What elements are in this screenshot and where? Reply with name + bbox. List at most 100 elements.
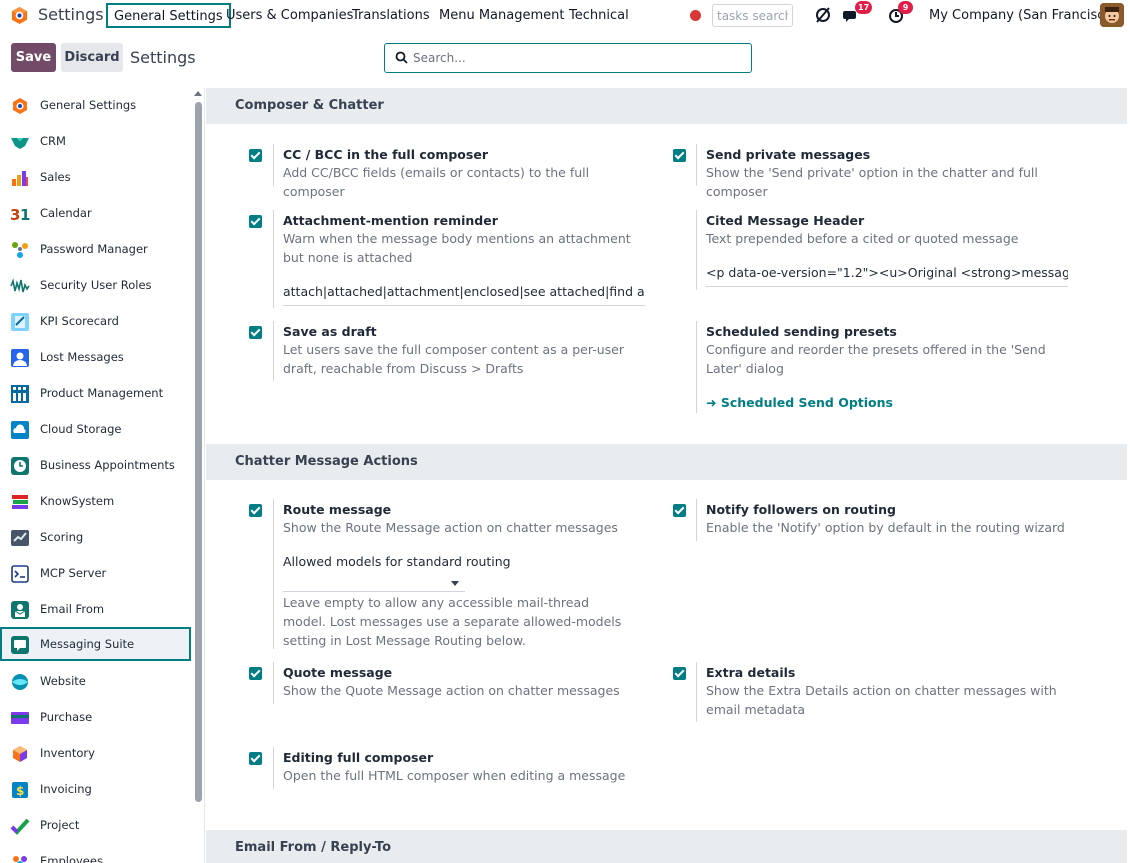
send-private-title: Send private messages <box>706 147 871 162</box>
sidebar-item-purchase[interactable]: Purchase <box>0 700 191 734</box>
divider <box>273 321 274 381</box>
sidebar-item-mcp-server[interactable]: MCP Server <box>0 556 191 590</box>
save-draft-checkbox[interactable] <box>249 326 262 339</box>
attachment-reminder-checkbox[interactable] <box>249 215 262 228</box>
sidebar-item-password-manager[interactable]: Password Manager <box>0 232 191 266</box>
sidebar-item-kpi-scorecard[interactable]: KPI Scorecard <box>0 304 191 338</box>
cited-header-title: Cited Message Header <box>706 213 865 228</box>
scheduled-presets-description: Configure and reorder the presets offere… <box>706 342 1046 376</box>
sidebar-item-website[interactable]: Website <box>0 664 191 698</box>
quote-message-title: Quote message <box>283 665 393 680</box>
sidebar-item-label: Website <box>40 674 86 688</box>
save-draft-title: Save as draft <box>283 324 377 339</box>
sidebar-item-calendar[interactable]: 31 Calendar <box>0 196 191 230</box>
section-header-composer: Composer & Chatter <box>206 88 1127 124</box>
menu-menu-management[interactable]: Menu Management <box>439 8 564 23</box>
cc-bcc-description: Add CC/BCC fields (emails or contacts) t… <box>283 165 590 199</box>
send-private-description: Show the 'Send private' option in the ch… <box>706 165 1038 199</box>
sidebar-item-security-user-roles[interactable]: Security User Roles <box>0 268 191 302</box>
sidebar-item-label: Scoring <box>40 530 84 544</box>
activities-button[interactable]: 9 <box>888 1 918 27</box>
scheduled-presets-title: Scheduled sending presets <box>706 324 897 339</box>
cloud-icon <box>10 420 30 440</box>
messages-button[interactable]: 17 <box>843 1 873 27</box>
user-avatar[interactable] <box>1100 3 1124 27</box>
sidebar-item-label: Calendar <box>40 206 92 220</box>
quote-message-checkbox[interactable] <box>249 667 262 680</box>
sidebar-item-crm[interactable]: CRM <box>0 124 191 158</box>
cited-header-input[interactable]: <p data-oe-version="1.2"><u>Original <st… <box>706 265 1068 287</box>
sidebar-item-label: Business Appointments <box>40 458 175 472</box>
extra-details-checkbox[interactable] <box>673 667 686 680</box>
chevron-down-icon <box>451 581 459 586</box>
books-icon <box>10 492 30 512</box>
divider <box>273 662 274 704</box>
sidebar-item-product-management[interactable]: Product Management <box>0 376 191 410</box>
send-private-checkbox[interactable] <box>673 149 686 162</box>
sidebar-item-scoring[interactable]: Scoring <box>0 520 191 554</box>
divider <box>273 210 274 308</box>
company-switcher[interactable]: My Company (San Francisco) <box>929 8 1117 23</box>
sidebar-item-employees[interactable]: Employees <box>0 844 191 863</box>
sidebar-item-email-from[interactable]: Email From <box>0 592 191 626</box>
molecule-icon <box>10 240 30 260</box>
menu-technical[interactable]: Technical <box>569 8 629 23</box>
tasks-search-input[interactable] <box>712 4 793 27</box>
cc-bcc-checkbox[interactable] <box>249 149 262 162</box>
editing-composer-checkbox[interactable] <box>249 752 262 765</box>
section-title: Chatter Message Actions <box>235 454 418 469</box>
menu-general-settings[interactable]: General Settings <box>106 3 231 28</box>
settings-search-input[interactable] <box>413 48 743 68</box>
svg-text:$: $ <box>16 784 24 798</box>
sidebar-item-label: Sales <box>40 170 71 184</box>
section-header-actions: Chatter Message Actions <box>206 444 1127 480</box>
save-draft-description: Let users save the full composer content… <box>283 342 624 376</box>
discard-button[interactable]: Discard <box>61 43 123 72</box>
sidebar-item-label: Employees <box>40 854 103 863</box>
svg-text:3: 3 <box>10 206 20 224</box>
sidebar-item-inventory[interactable]: Inventory <box>0 736 191 770</box>
page-title: Settings <box>130 48 196 67</box>
scheduled-send-options-link[interactable]: ➜ Scheduled Send Options <box>706 395 893 410</box>
link-label: Scheduled Send Options <box>720 395 893 410</box>
sidebar-item-cloud-storage[interactable]: Cloud Storage <box>0 412 191 446</box>
sidebar-item-project[interactable]: Project <box>0 808 191 842</box>
menu-users-companies[interactable]: Users & Companies <box>226 8 353 23</box>
sidebar-item-general-settings[interactable]: General Settings <box>0 88 191 122</box>
save-button[interactable]: Save <box>11 43 56 72</box>
menu-translations[interactable]: Translations <box>352 8 430 23</box>
scoring-icon <box>10 528 30 548</box>
box-icon <box>10 744 30 764</box>
top-navbar: Settings General Settings Users & Compan… <box>0 0 1130 32</box>
scroll-up-arrow-icon[interactable] <box>194 91 202 96</box>
sidebar-item-lost-messages[interactable]: Lost Messages <box>0 340 191 374</box>
sidebar-item-invoicing[interactable]: $ Invoicing <box>0 772 191 806</box>
user-face-icon <box>1100 3 1124 27</box>
settings-app-icon[interactable] <box>10 6 29 25</box>
voip-icon[interactable] <box>814 5 832 25</box>
divider <box>696 662 697 722</box>
route-message-checkbox[interactable] <box>249 504 262 517</box>
divider <box>696 499 697 541</box>
quote-message-description: Show the Quote Message action on chatter… <box>283 683 620 698</box>
app-title[interactable]: Settings <box>38 5 104 24</box>
extra-details-title: Extra details <box>706 665 796 680</box>
bar-chart-icon <box>10 168 30 188</box>
recording-indicator-icon[interactable] <box>690 10 701 21</box>
sidebar-item-label: Product Management <box>40 386 164 400</box>
settings-search-box[interactable] <box>384 43 752 73</box>
sidebar-item-messaging-suite[interactable]: Messaging Suite <box>0 627 191 661</box>
envelope-icon <box>10 600 30 620</box>
sidebar-item-sales[interactable]: Sales <box>0 160 191 194</box>
sidebar-item-business-appointments[interactable]: Business Appointments <box>0 448 191 482</box>
sidebar-item-knowsystem[interactable]: KnowSystem <box>0 484 191 518</box>
notify-followers-checkbox[interactable] <box>673 504 686 517</box>
divider <box>696 144 697 186</box>
editing-composer-description: Open the full HTML composer when editing… <box>283 768 626 783</box>
attachment-keywords-input[interactable]: attach|attached|attachment|enclosed|see … <box>283 284 645 306</box>
scorecard-icon <box>10 312 30 332</box>
sidebar-item-label: Project <box>40 818 80 832</box>
sidebar-scrollbar[interactable] <box>195 102 202 802</box>
allowed-models-select[interactable] <box>283 572 465 592</box>
sidebar-item-label: Security User Roles <box>40 278 152 292</box>
